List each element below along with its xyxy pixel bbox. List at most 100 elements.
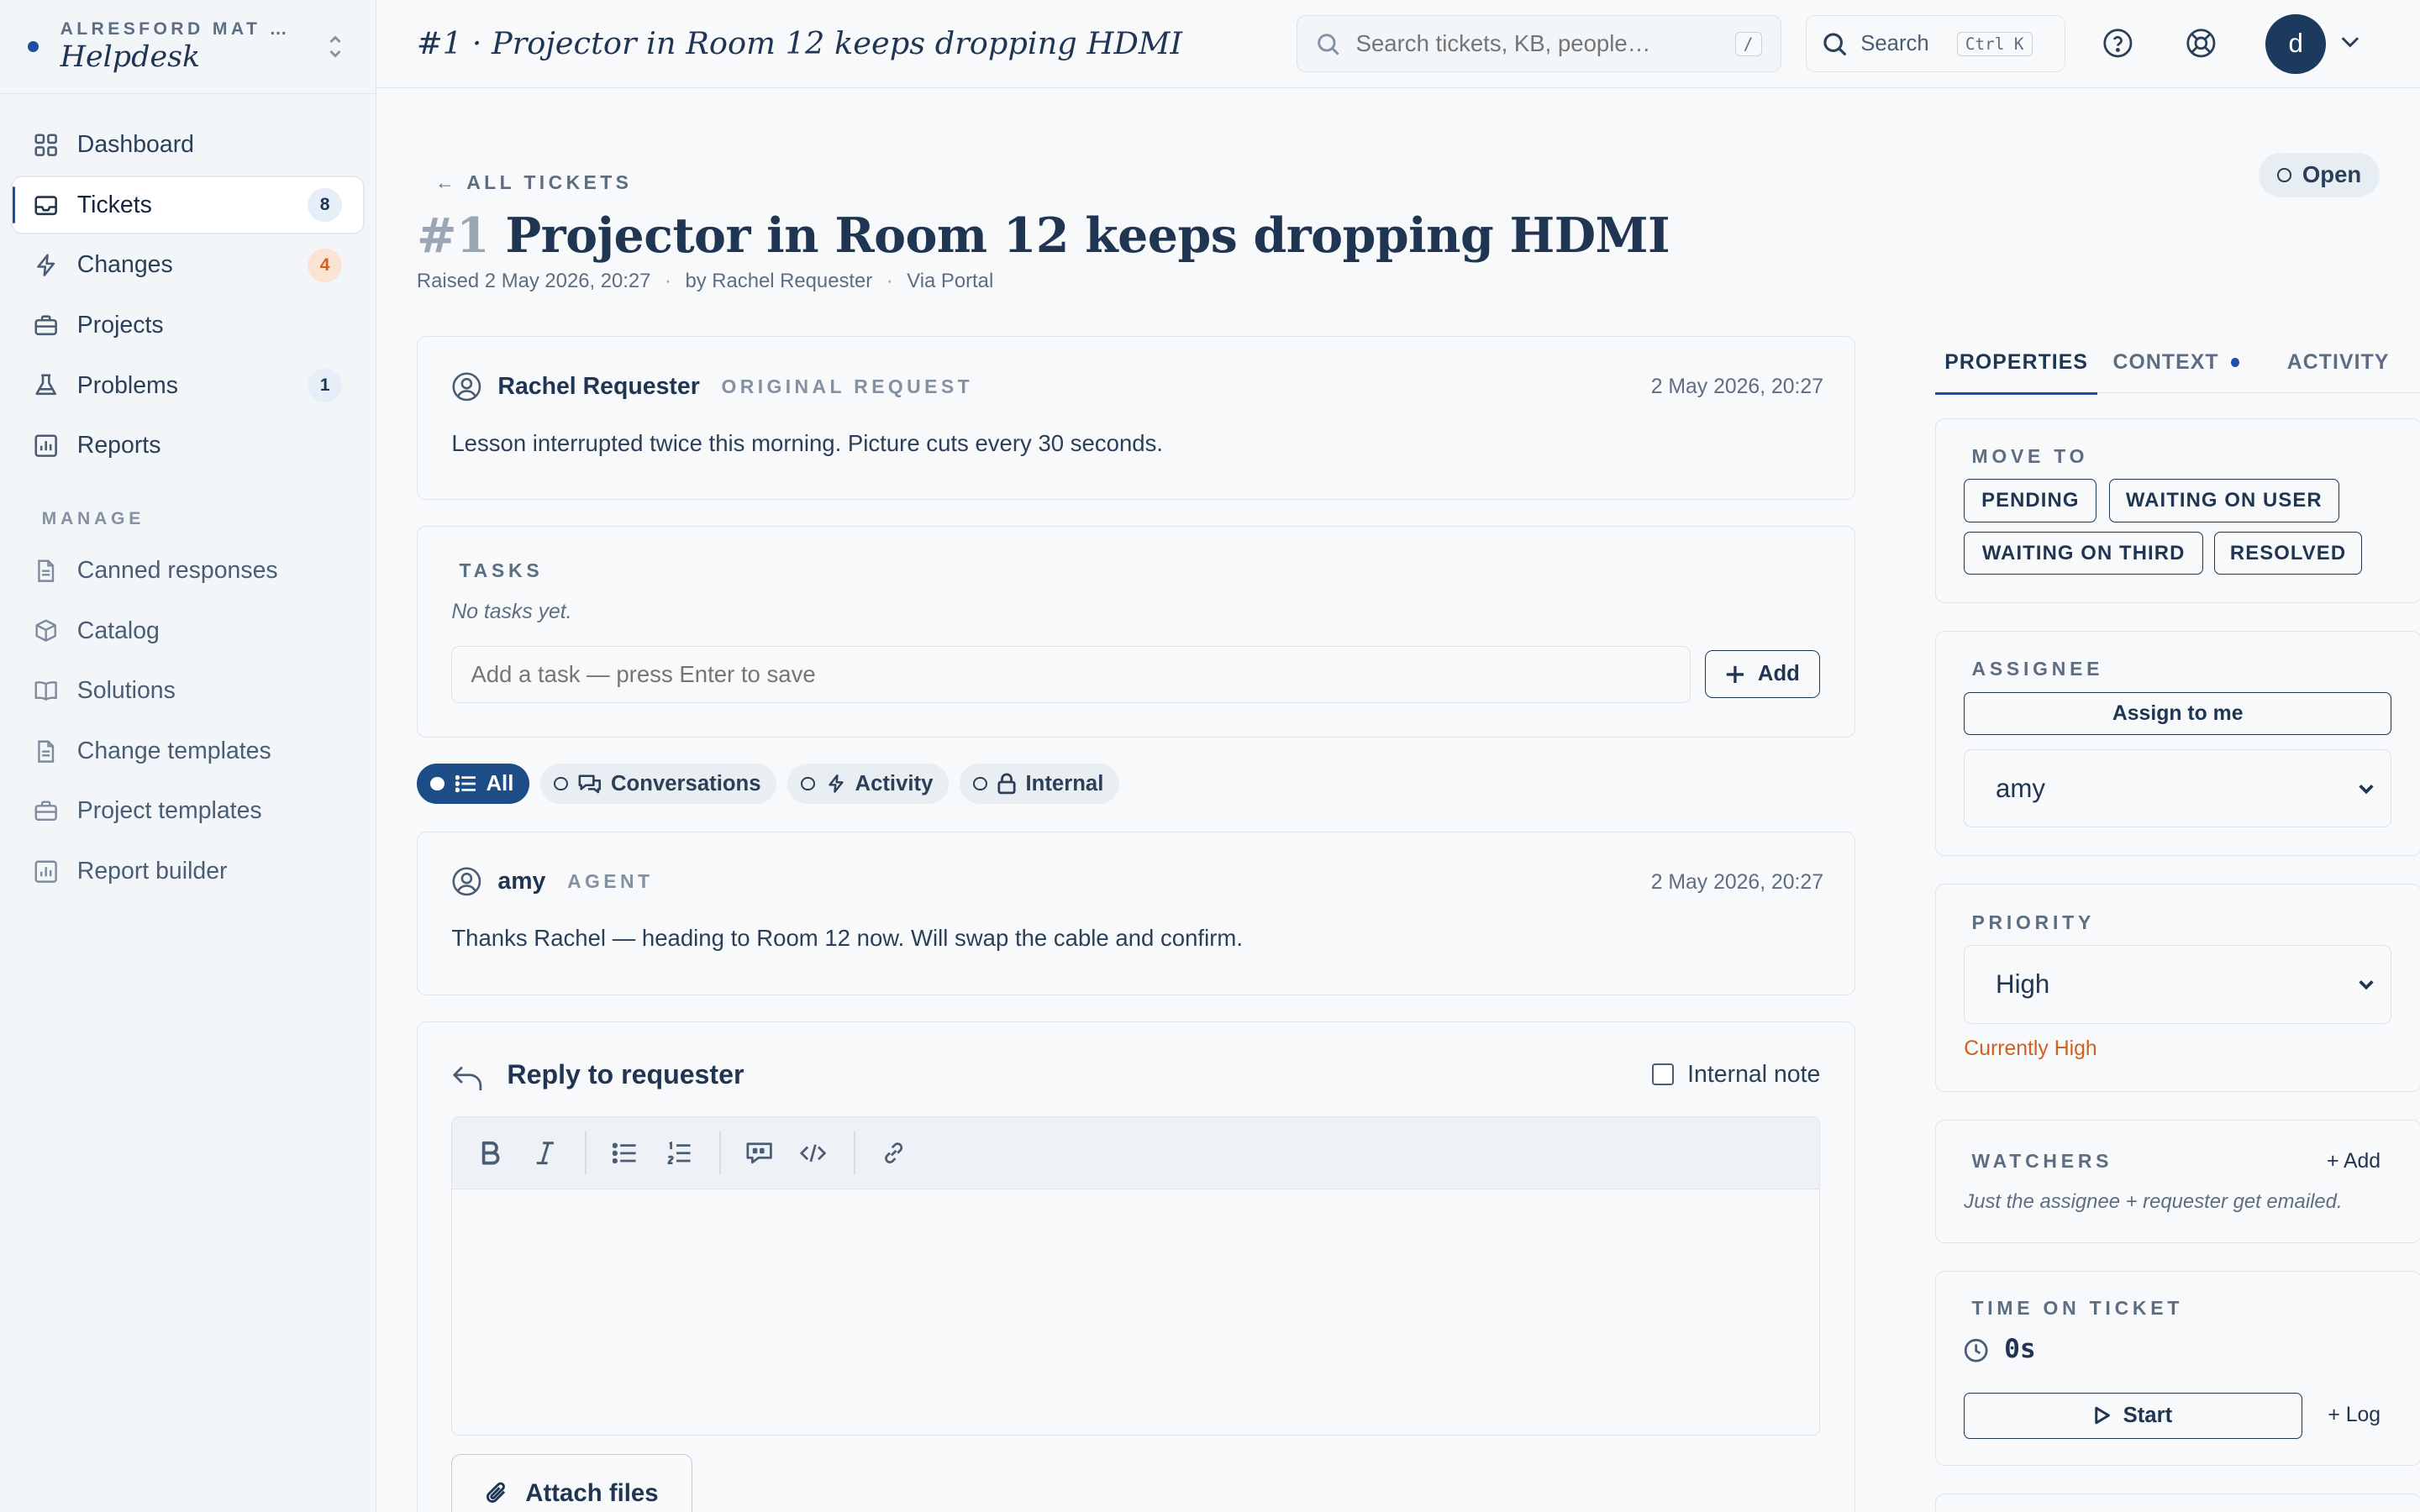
unread-dot xyxy=(2231,358,2240,368)
filter-label: All xyxy=(486,771,514,795)
editor-body[interactable] xyxy=(452,1189,1819,1435)
attach-files-label: Attach files xyxy=(525,1478,659,1507)
code-icon[interactable] xyxy=(797,1136,830,1169)
watchers-card: WATCHERS + Add Just the assignee + reque… xyxy=(1935,1120,2420,1244)
priority-select[interactable]: High xyxy=(1964,945,2392,1024)
time-card: TIME ON TICKET 0s Start + Log xyxy=(1935,1271,2420,1466)
nav-item-dashboard[interactable]: Dashboard xyxy=(13,118,364,173)
inbox-icon xyxy=(34,193,58,218)
flask-icon xyxy=(34,373,58,397)
assignee-label: ASSIGNEE xyxy=(1971,658,2104,680)
link-icon[interactable] xyxy=(876,1136,910,1169)
add-watcher-link[interactable]: + Add xyxy=(2327,1150,2381,1173)
bar-chart-icon xyxy=(34,859,58,884)
start-timer-button[interactable]: Start xyxy=(1964,1392,2302,1439)
nav-label: Report builder xyxy=(76,858,228,885)
command-search-button[interactable]: Search Ctrl K xyxy=(1805,15,2065,73)
app-name: Helpdesk xyxy=(60,40,201,75)
move-to-resolved-button[interactable]: RESOLVED xyxy=(2213,531,2363,575)
bolt-icon xyxy=(826,773,846,795)
move-to-label: MOVE TO xyxy=(1971,444,2089,467)
nav-item-reports[interactable]: Reports xyxy=(13,418,364,474)
filter-conversations[interactable]: Conversations xyxy=(539,764,776,804)
global-search[interactable]: / xyxy=(1296,15,1781,73)
bar-chart-icon xyxy=(34,433,58,458)
ticket-content: ← ALL TICKETS Open #1 Projector in Room … xyxy=(416,88,2420,1512)
nav-item-projects[interactable]: Projects xyxy=(13,297,364,353)
document-icon xyxy=(34,559,58,583)
problems-count-badge: 1 xyxy=(308,368,342,403)
log-time-link[interactable]: + Log xyxy=(2328,1404,2381,1427)
paperclip-icon xyxy=(486,1482,505,1503)
ticket-number: #1 xyxy=(416,207,490,264)
filter-activity[interactable]: Activity xyxy=(786,764,949,804)
separator: · xyxy=(886,270,893,293)
nav-item-canned-responses[interactable]: Canned responses xyxy=(13,543,364,598)
help-icon[interactable] xyxy=(2101,26,2134,60)
editor-toolbar xyxy=(452,1116,1820,1190)
tasks-label: TASKS xyxy=(459,559,544,581)
filter-all[interactable]: All xyxy=(416,764,529,804)
move-to-waiting-on-user-button[interactable]: WAITING ON USER xyxy=(2108,479,2339,522)
search-icon xyxy=(1823,33,1847,56)
cube-icon xyxy=(34,618,58,643)
original-request-card: Rachel Requester ORIGINAL REQUEST 2 May … xyxy=(416,336,1855,501)
status-ring-icon xyxy=(2277,168,2291,182)
nav-item-problems[interactable]: Problems 1 xyxy=(13,358,364,413)
watchers-note: Just the assignee + requester get emaile… xyxy=(1964,1190,2343,1214)
timeline-filters: All Conversations Activity Internal xyxy=(416,764,1130,804)
message-time: 2 May 2026, 20:27 xyxy=(1650,870,1823,894)
move-to-pending-button[interactable]: PENDING xyxy=(1964,479,2097,522)
nav-item-changes[interactable]: Changes 4 xyxy=(13,238,364,293)
italic-icon[interactable] xyxy=(528,1136,561,1169)
assignee-select[interactable]: amy xyxy=(1964,748,2392,828)
message-author: amy xyxy=(497,868,546,895)
separator: · xyxy=(664,270,671,293)
lifebuoy-icon[interactable] xyxy=(2184,26,2217,60)
assign-to-me-button[interactable]: Assign to me xyxy=(1964,691,2392,736)
move-to-waiting-on-third-button[interactable]: WAITING ON THIRD xyxy=(1964,531,2203,575)
add-task-button[interactable]: Add xyxy=(1704,650,1821,699)
nav-item-catalog[interactable]: Catalog xyxy=(13,603,364,659)
global-search-input[interactable] xyxy=(1355,30,1735,58)
nav-label: Change templates xyxy=(76,737,271,764)
tab-properties[interactable]: PROPERTIES xyxy=(1935,332,2098,396)
reply-arrow-icon xyxy=(453,1066,482,1090)
add-task-input[interactable] xyxy=(451,645,1691,703)
filter-label: Conversations xyxy=(611,771,761,795)
user-avatar[interactable]: d xyxy=(2265,13,2326,75)
reply-editor[interactable] xyxy=(451,1116,1821,1436)
nav-label: Problems xyxy=(76,371,178,399)
nav-item-report-builder[interactable]: Report builder xyxy=(13,844,364,900)
reply-composer: Reply to requester Internal note Attach … xyxy=(416,1021,1855,1512)
nav-item-change-templates[interactable]: Change templates xyxy=(13,723,364,779)
nav-item-tickets[interactable]: Tickets 8 xyxy=(12,177,364,234)
filter-internal[interactable]: Internal xyxy=(959,764,1119,804)
search-icon xyxy=(1318,33,1339,55)
chevron-down-icon[interactable] xyxy=(2339,31,2361,53)
reply-title: Reply to requester xyxy=(507,1058,744,1089)
org-switcher[interactable]: ALRESFORD MAT … Helpdesk xyxy=(0,0,376,95)
watchers-label: WATCHERS xyxy=(1971,1150,2113,1173)
plus-icon xyxy=(1727,665,1744,683)
grid-icon xyxy=(34,133,58,157)
nav-item-project-templates[interactable]: Project templates xyxy=(13,784,364,839)
chevron-down-icon xyxy=(2359,784,2374,794)
quote-icon[interactable] xyxy=(743,1136,776,1169)
attach-files-button[interactable]: Attach files xyxy=(451,1454,692,1512)
internal-note-toggle[interactable]: Internal note xyxy=(1651,1061,1820,1089)
back-to-tickets-link[interactable]: ← ALL TICKETS xyxy=(435,171,632,194)
nav-item-solutions[interactable]: Solutions xyxy=(13,664,364,719)
bullet-list-icon[interactable] xyxy=(608,1136,642,1169)
tab-activity[interactable]: ACTIVITY xyxy=(2254,332,2420,393)
time-value: 0s xyxy=(2004,1333,2036,1364)
search-shortcut-key: / xyxy=(1734,32,1762,56)
bold-icon[interactable] xyxy=(474,1136,508,1169)
tab-context[interactable]: CONTEXT xyxy=(2097,332,2254,393)
ticket-status-badge: Open xyxy=(2259,152,2381,198)
numbered-list-icon[interactable] xyxy=(662,1136,696,1169)
nav-label: Projects xyxy=(76,311,164,339)
time-label: TIME ON TICKET xyxy=(1971,1296,2184,1319)
move-to-card: MOVE TO PENDING WAITING ON USER WAITING … xyxy=(1935,417,2420,604)
internal-note-checkbox[interactable] xyxy=(1651,1063,1674,1086)
